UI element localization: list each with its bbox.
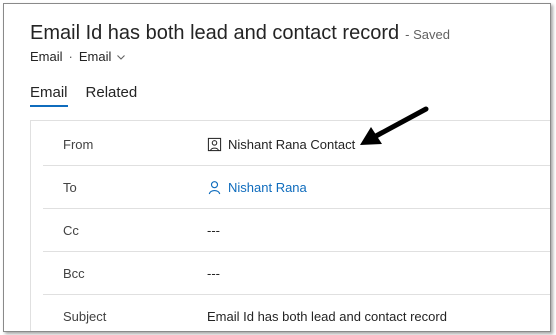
screenshot-frame: Email Id has both lead and contact recor… [3,3,551,332]
person-icon [208,180,221,194]
to-value[interactable]: Nishant Rana [207,180,307,195]
separator: · [68,49,73,64]
cc-label: Cc [63,222,79,238]
from-label: From [63,136,94,152]
form-selector-label: Email [78,49,112,64]
cc-value[interactable]: --- [207,223,220,238]
field-row-cc: Cc --- [43,209,550,252]
tab-email[interactable]: Email [30,84,68,107]
entity-name: Email [30,49,63,64]
tab-bar: Email Related [30,84,155,107]
subject-label: Subject [63,308,107,324]
save-status: - Saved [405,27,450,42]
tab-related[interactable]: Related [86,84,138,107]
field-row-bcc: Bcc --- [43,252,550,295]
from-value[interactable]: Nishant Rana Contact [207,137,355,152]
annotation-arrow-icon [360,106,429,145]
to-label: To [63,179,77,195]
bcc-value[interactable]: --- [207,266,220,281]
contact-card-icon [207,137,222,151]
subject-value[interactable]: Email Id has both lead and contact recor… [207,309,447,324]
bcc-label: Bcc [63,265,85,281]
email-form-section: From Nishant Rana Contact To Nishant Ran… [30,120,550,331]
from-value-text: Nishant Rana Contact [228,136,356,152]
form-selector[interactable]: Email [79,49,127,64]
chevron-down-icon [117,54,126,60]
field-row-from: From Nishant Rana Contact [43,123,550,166]
to-value-text: Nishant Rana [228,179,307,195]
record-title: Email Id has both lead and contact recor… [30,22,400,44]
record-header: Email Id has both lead and contact recor… [30,22,540,64]
field-row-subject: Subject Email Id has both lead and conta… [43,295,550,331]
field-row-to: To Nishant Rana [43,166,550,209]
record-subline: Email · Email [30,49,540,64]
title-line: Email Id has both lead and contact recor… [30,22,540,45]
